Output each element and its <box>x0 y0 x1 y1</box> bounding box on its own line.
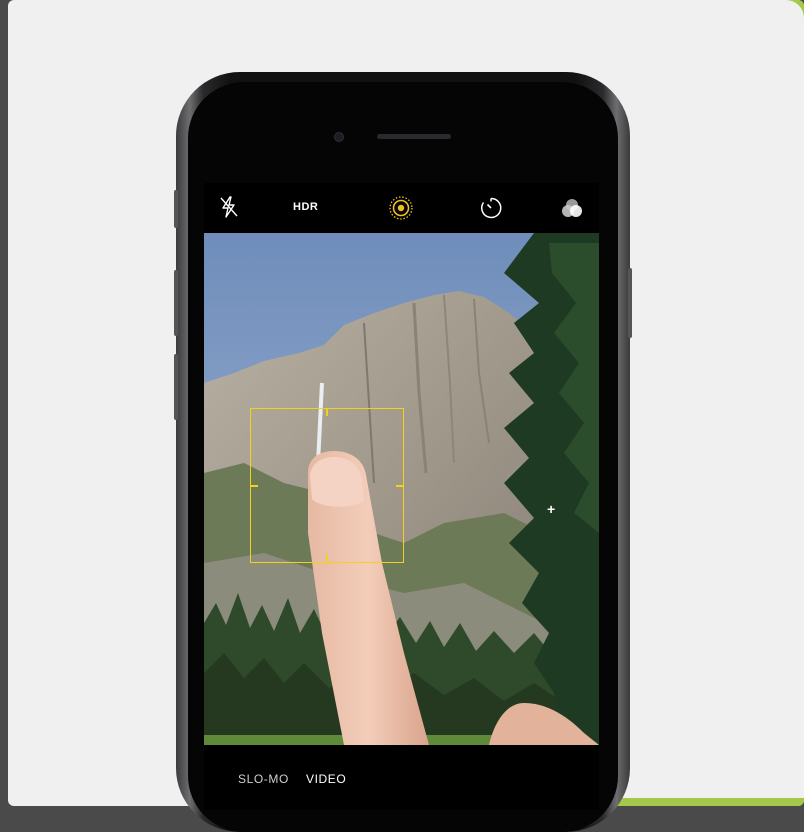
flash-off-icon[interactable] <box>218 195 240 224</box>
focus-tick-top <box>326 409 328 416</box>
filters-icon[interactable] <box>560 197 584 226</box>
focus-square <box>250 408 404 563</box>
power-button <box>628 268 632 338</box>
camera-top-bar: HDR <box>204 183 599 233</box>
focus-tick-left <box>251 485 258 487</box>
front-camera <box>334 132 344 142</box>
exposure-adjust-icon[interactable]: + <box>547 501 555 517</box>
corner-accent <box>774 0 804 30</box>
focus-tick-right <box>396 485 403 487</box>
mute-switch <box>174 190 178 228</box>
mode-slomo[interactable]: SLO-MO <box>238 772 289 786</box>
volume-down-button <box>174 354 178 420</box>
hdr-button[interactable]: HDR <box>293 201 318 213</box>
live-photo-icon[interactable] <box>388 195 414 226</box>
timer-icon[interactable] <box>479 196 503 225</box>
camera-mode-bar: SLO-MO VIDEO <box>204 745 599 810</box>
volume-up-button <box>174 270 178 336</box>
focus-tick-bottom <box>326 555 328 562</box>
earpiece-speaker <box>377 134 451 139</box>
mode-video[interactable]: VIDEO <box>306 772 346 786</box>
